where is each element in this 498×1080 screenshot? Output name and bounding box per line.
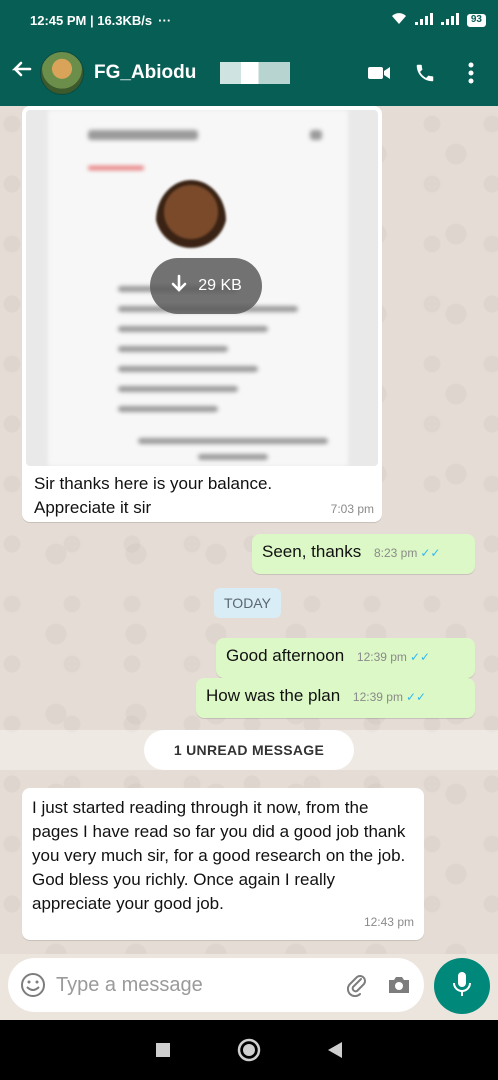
message-input[interactable] — [56, 973, 342, 997]
status-dots: ··· — [158, 12, 172, 28]
message-time: 12:43 pm — [363, 915, 414, 929]
nav-square-icon[interactable] — [148, 1035, 178, 1065]
system-nav-bar — [0, 1020, 498, 1080]
outgoing-message[interactable]: How was the plan 12:39 pm ✓✓ — [196, 678, 475, 718]
double-check-icon: ✓✓ — [405, 690, 427, 704]
back-arrow-icon[interactable] — [10, 59, 36, 88]
date-chip: TODAY — [214, 588, 281, 618]
message-text: Good afternoon — [226, 646, 345, 665]
message-time: 12:39 pm — [356, 650, 407, 664]
chat-area[interactable]: 29 KB Sir thanks here is your balance. A… — [0, 106, 498, 954]
contact-name: FG_Abiodu — [94, 62, 197, 83]
phone-icon[interactable] — [408, 56, 442, 90]
image-caption: Sir thanks here is your balance. Appreci… — [26, 466, 378, 520]
double-check-icon: ✓✓ — [409, 650, 431, 664]
download-size: 29 KB — [198, 277, 242, 294]
message-text: I just started reading through it now, f… — [32, 798, 406, 913]
battery-indicator: 93 — [466, 13, 486, 27]
nav-back-icon[interactable] — [320, 1035, 350, 1065]
mic-button[interactable] — [434, 958, 490, 1014]
chat-header: FG_Abiodu — [0, 40, 498, 106]
double-check-icon: ✓✓ — [420, 546, 441, 560]
outgoing-message[interactable]: Seen, thanks 8:23 pm ✓✓ — [252, 534, 475, 574]
contact-avatar[interactable] — [40, 51, 84, 95]
status-bar: 12:45 PM | 16.3KB/s ··· 93 — [0, 0, 498, 40]
message-text: How was the plan — [206, 686, 341, 705]
status-time: 12:45 PM | 16.3KB/s — [30, 12, 153, 28]
incoming-message[interactable]: I just started reading through it now, f… — [22, 788, 424, 940]
image-preview[interactable]: 29 KB — [26, 110, 378, 466]
image-message[interactable]: 29 KB Sir thanks here is your balance. A… — [22, 106, 382, 522]
mic-icon — [452, 971, 472, 1002]
video-call-icon[interactable] — [362, 56, 396, 90]
contact-title[interactable]: FG_Abiodu — [94, 62, 350, 84]
outgoing-message[interactable]: Good afternoon 12:39 pm ✓✓ — [216, 638, 475, 678]
message-time: 8:23 pm — [373, 546, 418, 560]
signal-icon — [414, 12, 433, 28]
wifi-icon — [391, 12, 407, 28]
nav-circle-icon[interactable] — [234, 1035, 264, 1065]
unread-divider: 1 UNREAD MESSAGE — [144, 730, 354, 770]
download-icon — [170, 274, 188, 299]
message-text: Seen, thanks — [262, 542, 362, 561]
more-vert-icon[interactable] — [454, 56, 488, 90]
message-time: 7:03 pm — [330, 502, 374, 516]
message-time: 12:39 pm — [352, 690, 403, 704]
signal-icon — [440, 12, 459, 28]
camera-icon[interactable] — [384, 970, 414, 1000]
download-button[interactable]: 29 KB — [150, 258, 262, 314]
sticker-image — [156, 180, 226, 260]
redacted-block — [220, 62, 291, 84]
caption-line: Appreciate it sir — [34, 498, 152, 517]
message-composer — [8, 958, 424, 1012]
attach-icon[interactable] — [342, 970, 372, 1000]
caption-line: Sir thanks here is your balance. — [34, 474, 273, 493]
emoji-icon[interactable] — [18, 970, 48, 1000]
